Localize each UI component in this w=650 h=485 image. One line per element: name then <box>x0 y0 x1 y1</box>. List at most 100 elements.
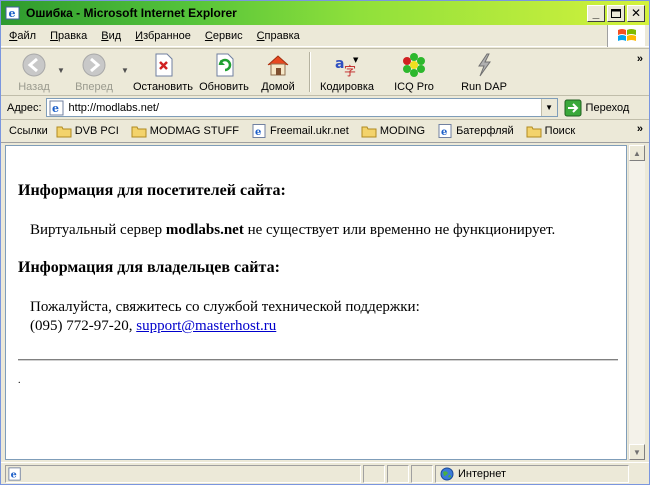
stop-button[interactable]: Остановить <box>131 52 195 94</box>
visitors-text-after: не существует или временно не функционир… <box>243 222 556 238</box>
window-title: Ошибка - Microsoft Internet Explorer <box>26 6 237 20</box>
menu-edit[interactable]: Правка <box>50 30 87 42</box>
refresh-label: Обновить <box>199 81 249 93</box>
page-content: Информация для посетителей сайта: Виртуа… <box>5 145 627 460</box>
link-modmag-stuff[interactable]: MODMAG STUFF <box>131 124 239 138</box>
home-icon <box>267 55 289 76</box>
security-zone: Интернет <box>435 464 629 483</box>
ie-page-icon: e <box>438 124 452 138</box>
support-email-link[interactable]: support@masterhost.ru <box>136 318 276 334</box>
link-dvb-pci[interactable]: DVB PCI <box>56 124 119 138</box>
stop-icon <box>155 53 173 77</box>
windows-logo-throbber <box>607 25 645 47</box>
address-url: http://modlabs.net/ <box>68 101 160 114</box>
menu-bar: Файл Правка Вид Избранное Сервис Справка <box>1 25 649 47</box>
address-label: Адрес: <box>7 101 42 114</box>
toolbar-separator <box>309 52 311 92</box>
menu-favorites-label: збранное <box>143 29 191 42</box>
home-button[interactable]: Домой <box>253 52 303 94</box>
svg-text:e: e <box>441 127 447 138</box>
back-arrow-icon <box>22 53 46 77</box>
status-bar: e Интернет <box>1 462 649 484</box>
status-text-pane: e <box>5 464 361 483</box>
status-pane-privacy <box>411 464 433 483</box>
minimize-icon: _ <box>592 6 600 20</box>
status-pane-progress <box>363 464 385 483</box>
link-moding[interactable]: MODING <box>361 124 425 138</box>
refresh-button[interactable]: Обновить <box>195 52 253 94</box>
status-pane-lock <box>387 464 409 483</box>
svg-text:▼: ▼ <box>353 56 359 64</box>
maximize-button[interactable] <box>607 4 625 22</box>
heading-owners: Информация для владельцев сайта: <box>18 259 280 276</box>
folder-icon <box>361 126 377 138</box>
menu-help-label: правка <box>264 29 300 42</box>
menu-edit-accel: П <box>50 29 58 42</box>
title-bar[interactable]: e Ошибка - Microsoft Internet Explorer _… <box>1 1 649 25</box>
minimize-button[interactable]: _ <box>587 4 605 22</box>
link-freemail[interactable]: e Freemail.ukr.net <box>251 124 349 138</box>
chevron-up-icon: ▲ <box>633 148 641 158</box>
support-phone: (095) 772-97-20, <box>30 318 137 334</box>
link-label: MODING <box>379 125 426 137</box>
go-arrow-icon <box>564 99 582 116</box>
go-button[interactable]: Переход <box>564 99 630 117</box>
link-label: Поиск <box>544 125 576 137</box>
menu-view-accel: В <box>101 29 109 42</box>
visitors-domain: modlabs.net <box>165 222 244 238</box>
go-label: Переход <box>585 101 630 114</box>
rundap-button[interactable]: Run DAP <box>455 52 513 94</box>
rundap-label: Run DAP <box>461 81 507 93</box>
visitors-message: Виртуальный сервер modlabs.net не сущест… <box>30 221 555 240</box>
forward-arrow-icon <box>82 53 106 77</box>
links-label: Ссылки <box>9 125 48 137</box>
rundap-icon <box>478 53 491 77</box>
scroll-up-button[interactable]: ▲ <box>629 145 645 161</box>
menu-favorites[interactable]: Избранное <box>135 30 191 42</box>
owners-text: Пожалуйста, свяжитесь со службой техниче… <box>30 299 420 315</box>
icq-button[interactable]: ICQ Pro <box>383 52 445 94</box>
ie-page-icon: e <box>8 466 21 481</box>
forward-history-dropdown[interactable]: ▼ <box>121 52 131 75</box>
menu-tools[interactable]: Сервис <box>205 30 243 42</box>
standard-toolbar: Назад ▼ Вперед ▼ Остановить Обновить Дом… <box>1 48 649 96</box>
zone-label: Интернет <box>458 467 506 480</box>
back-button[interactable]: Назад <box>11 52 57 94</box>
links-chevron-icon[interactable]: » <box>637 123 643 135</box>
link-label: Freemail.ukr.net <box>269 125 349 137</box>
link-label: MODMAG STUFF <box>149 125 239 137</box>
scroll-down-button[interactable]: ▼ <box>629 444 645 460</box>
close-button[interactable]: ✕ <box>627 4 645 22</box>
ie-page-icon: e <box>49 100 64 115</box>
address-bar: Адрес: e http://modlabs.net/ ▼ Переход <box>1 96 649 120</box>
horizontal-rule <box>18 359 618 361</box>
ie-logo-icon: e <box>5 6 20 20</box>
link-label: Батерфляй <box>456 125 514 137</box>
maximize-icon <box>611 8 621 18</box>
vertical-scrollbar[interactable]: ▲ ▼ <box>628 145 645 460</box>
menu-file-label: айл <box>17 29 37 42</box>
forward-label: Вперед <box>75 81 113 93</box>
encoding-label: Кодировка <box>319 81 375 93</box>
menu-edit-label: равка <box>57 29 88 42</box>
owners-message: Пожалуйста, свяжитесь со службой техниче… <box>30 298 420 336</box>
footer-dot: . <box>18 375 21 386</box>
link-poisk[interactable]: Поиск <box>526 124 575 138</box>
forward-button[interactable]: Вперед <box>67 52 121 94</box>
link-baterflyai[interactable]: e Батерфляй <box>437 124 514 138</box>
back-history-dropdown[interactable]: ▼ <box>57 52 67 75</box>
home-label: Домой <box>261 81 295 93</box>
menu-view[interactable]: Вид <box>101 30 121 42</box>
address-input[interactable]: e http://modlabs.net/ ▼ <box>45 98 558 117</box>
encoding-button[interactable]: a 字 ▼ Кодировка <box>317 52 377 94</box>
stop-label: Остановить <box>132 81 194 93</box>
menu-help[interactable]: Справка <box>257 30 300 42</box>
menu-file[interactable]: Файл <box>9 30 36 42</box>
toolbar-chevron-icon[interactable]: » <box>637 53 643 65</box>
folder-icon <box>131 126 147 138</box>
visitors-text-before: Виртуальный сервер <box>30 222 166 238</box>
menu-help-accel: С <box>256 29 265 42</box>
folder-icon <box>56 126 72 138</box>
address-dropdown-button[interactable]: ▼ <box>540 99 557 116</box>
refresh-icon <box>216 53 234 77</box>
